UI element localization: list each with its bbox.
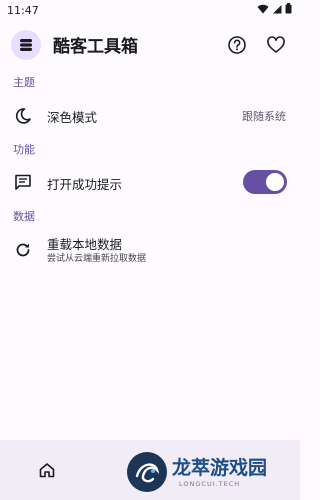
help-circle-icon[interactable] [225, 33, 249, 57]
success-toast-row[interactable]: 打开成功提示 [0, 162, 300, 202]
section-header-features: 功能 [13, 143, 35, 156]
layers-icon [11, 30, 41, 60]
switch-thumb [266, 173, 284, 191]
reload-data-subtitle: 尝试从云端重新拉取数据 [47, 254, 147, 264]
home-icon[interactable] [35, 458, 59, 482]
success-toast-switch[interactable] [243, 170, 287, 194]
success-toast-label: 打开成功提示 [47, 177, 123, 192]
watermark-logo-icon [127, 452, 167, 492]
dark-mode-row[interactable]: 深色模式 跟随系统 [0, 96, 300, 136]
dark-mode-label: 深色模式 [47, 110, 98, 125]
status-time: 11:47 [7, 3, 39, 17]
message-icon [13, 172, 33, 192]
signal-icon [272, 4, 282, 17]
watermark-subtitle: LONGCUI.TECH [179, 480, 241, 488]
status-bar: 11:47 [0, 0, 300, 20]
watermark: 龙萃游戏园 LONGCUI.TECH [115, 450, 295, 496]
watermark-title: 龙萃游戏园 [172, 457, 268, 479]
dark-mode-value: 跟随系统 [242, 110, 286, 123]
status-icons [257, 3, 292, 17]
section-header-theme: 主题 [13, 76, 35, 89]
section-header-data: 数据 [13, 210, 35, 223]
app-bar: 酷客工具箱 [0, 20, 300, 70]
reload-data-row[interactable]: 重载本地数据 尝试从云端重新拉取数据 [0, 230, 300, 270]
battery-icon [285, 3, 292, 17]
wifi-icon [257, 4, 269, 17]
heart-outline-icon[interactable] [264, 33, 288, 57]
moon-icon [13, 106, 33, 126]
refresh-icon [13, 240, 33, 260]
page-title: 酷客工具箱 [53, 37, 138, 57]
